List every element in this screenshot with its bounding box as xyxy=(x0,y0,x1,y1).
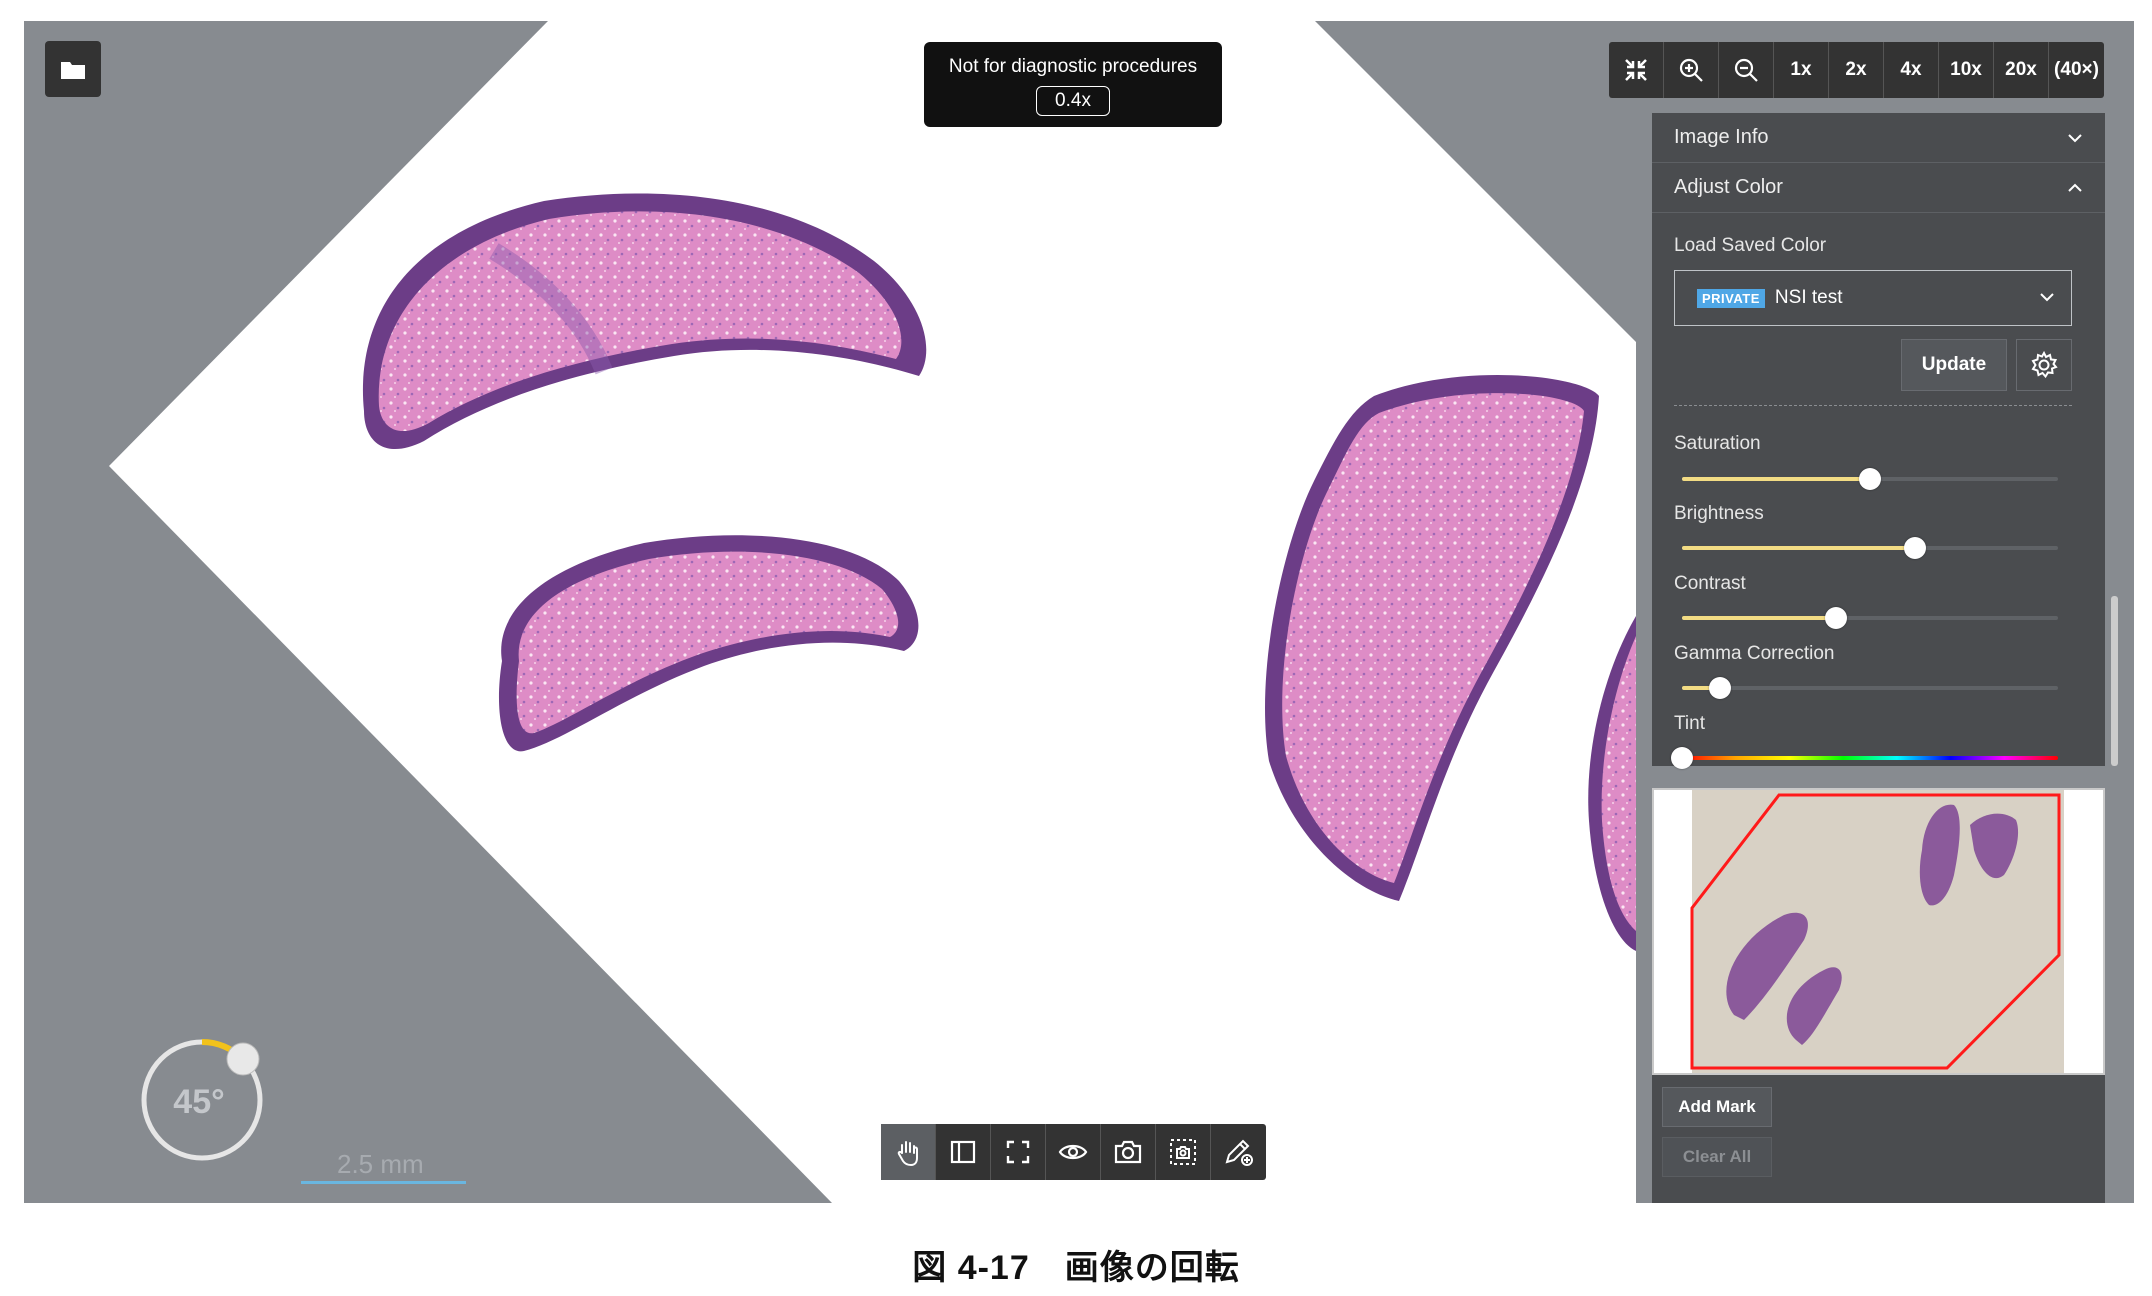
image-info-header[interactable]: Image Info xyxy=(1652,113,2105,163)
folder-icon xyxy=(61,62,85,79)
sidebar-panel-icon xyxy=(950,1140,976,1164)
brightness-slider-thumb[interactable] xyxy=(1904,537,1927,559)
contrast-slider-thumb[interactable] xyxy=(1825,607,1848,629)
scale-bar-label: 2.5 mm xyxy=(337,1149,424,1179)
zoom-toolbar: 1x 2x 4x 10x 20x (40×) xyxy=(1609,42,2104,98)
zoom-1x-button[interactable]: 1x xyxy=(1774,42,1829,98)
color-settings-button[interactable] xyxy=(2016,339,2072,391)
image-info-label: Image Info xyxy=(1674,126,1769,148)
minimap[interactable] xyxy=(1652,788,2105,1075)
pan-hand-icon xyxy=(897,1141,918,1167)
divider xyxy=(1674,405,2072,406)
region-capture-button[interactable] xyxy=(1156,1124,1211,1180)
saved-color-name: NSI test xyxy=(1774,287,1843,308)
tool-toolbar xyxy=(881,1124,1266,1180)
visibility-button[interactable] xyxy=(1046,1124,1101,1180)
gamma-correction-label: Gamma Correction xyxy=(1674,643,1835,664)
update-button[interactable]: Update xyxy=(1901,339,2007,391)
zoom-4x-button[interactable]: 4x xyxy=(1884,42,1939,98)
load-saved-color-label: Load Saved Color xyxy=(1674,235,1827,256)
fit-screen-button[interactable] xyxy=(1609,42,1664,98)
marks-panel: Add Mark Clear All xyxy=(1652,1075,2105,1203)
eye-icon xyxy=(1058,1144,1088,1160)
add-mark-button[interactable]: Add Mark xyxy=(1662,1087,1772,1127)
saturation-label: Saturation xyxy=(1674,433,1761,454)
chevron-down-icon xyxy=(2040,293,2054,302)
rotation-handle[interactable] xyxy=(226,1042,260,1076)
zoom-out-icon xyxy=(1734,58,1758,82)
tint-slider[interactable] xyxy=(1671,747,2058,769)
adjust-color-header[interactable]: Adjust Color xyxy=(1652,163,2105,213)
pan-tool-button[interactable] xyxy=(881,1124,936,1180)
annotate-pen-icon xyxy=(1225,1139,1253,1166)
rotation-angle: 45° xyxy=(173,1083,224,1121)
rotation-dial-graphic: 45° xyxy=(141,1039,263,1161)
brightness-slider[interactable] xyxy=(1682,537,2058,559)
current-magnification: 0.4x xyxy=(1036,86,1110,116)
diagnostic-warning: Not for diagnostic procedures 0.4x xyxy=(924,42,1222,127)
gear-icon xyxy=(2031,350,2058,379)
open-folder-button[interactable] xyxy=(45,41,101,97)
saturation-slider-thumb[interactable] xyxy=(1859,468,1881,490)
scale-bar xyxy=(301,1181,466,1184)
zoom-in-button[interactable] xyxy=(1664,42,1719,98)
contrast-label: Contrast xyxy=(1674,573,1746,594)
annotate-button[interactable] xyxy=(1211,1124,1266,1180)
contrast-slider[interactable] xyxy=(1682,607,2058,629)
brightness-label: Brightness xyxy=(1674,503,1764,524)
saved-color-select[interactable]: PRIVATE NSI test xyxy=(1674,270,2072,326)
rotation-dial[interactable]: 45° xyxy=(137,1035,267,1165)
fit-screen-icon xyxy=(1625,59,1647,81)
camera-icon xyxy=(1114,1140,1142,1164)
snapshot-button[interactable] xyxy=(1101,1124,1156,1180)
tint-slider-thumb[interactable] xyxy=(1671,747,1693,769)
fullscreen-icon xyxy=(1006,1140,1030,1164)
private-badge: PRIVATE xyxy=(1697,288,1765,308)
adjust-color-label: Adjust Color xyxy=(1674,176,1783,198)
zoom-10x-button[interactable]: 10x xyxy=(1939,42,1994,98)
tint-label: Tint xyxy=(1674,713,1705,734)
chevron-down-icon xyxy=(2068,133,2082,142)
saturation-slider[interactable] xyxy=(1682,468,2058,490)
slide-viewer[interactable]: Not for diagnostic procedures 0.4x 1x 2x… xyxy=(24,21,2134,1203)
clear-all-button[interactable]: Clear All xyxy=(1662,1137,1772,1177)
zoom-20x-button[interactable]: 20x xyxy=(1994,42,2049,98)
zoom-40x-button[interactable]: (40×) xyxy=(2049,42,2104,98)
fullscreen-button[interactable] xyxy=(991,1124,1046,1180)
gamma-correction-slider[interactable] xyxy=(1682,677,2058,699)
minimap-image xyxy=(1690,790,2064,1073)
gamma-correction-slider-thumb[interactable] xyxy=(1708,677,1731,699)
side-panel: Image Info Adjust Color Load Saved Color… xyxy=(1652,113,2105,769)
figure-caption: 図 4-17 画像の回転 xyxy=(912,1249,1240,1287)
warning-text: Not for diagnostic procedures xyxy=(948,56,1198,77)
panel-scrollbar[interactable] xyxy=(2111,131,2118,771)
sidebar-toggle-button[interactable] xyxy=(936,1124,991,1180)
chevron-up-icon xyxy=(2068,183,2082,192)
zoom-out-button[interactable] xyxy=(1719,42,1774,98)
zoom-in-icon xyxy=(1679,58,1703,82)
zoom-2x-button[interactable]: 2x xyxy=(1829,42,1884,98)
region-capture-icon xyxy=(1170,1139,1196,1165)
